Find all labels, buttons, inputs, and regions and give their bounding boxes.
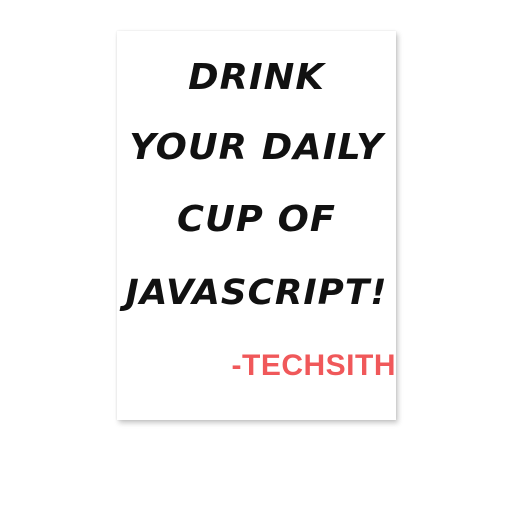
quote-line-3: CUP OF (177, 199, 336, 240)
canvas: DRINK YOUR DAILY CUP OF JAVASCRIPT! -TEC… (0, 0, 512, 512)
quote-line-1: DRINK (188, 57, 325, 98)
quote-line-2: YOUR DAILY (129, 127, 384, 168)
quote-line-4: JAVASCRIPT! (125, 273, 388, 313)
signature: -TECHSITH (231, 349, 396, 382)
sticker-card: DRINK YOUR DAILY CUP OF JAVASCRIPT! -TEC… (117, 31, 396, 420)
